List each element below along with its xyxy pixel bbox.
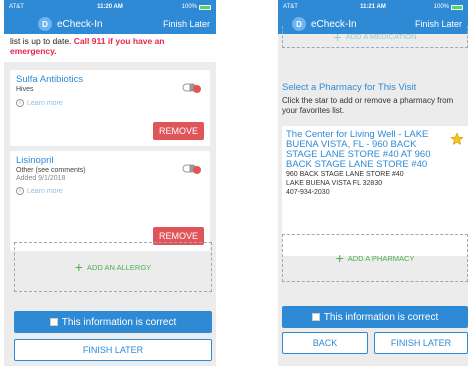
allergy-content: list is up to date. Call 911 if you have… xyxy=(4,34,216,361)
pharmacy-address-1: 960 BACK STAGE LANE STORE #40 xyxy=(286,171,404,178)
info-icon: i xyxy=(16,99,24,107)
add-pharmacy-button[interactable]: + ADD A PHARMACY xyxy=(282,234,468,282)
back-button[interactable]: BACK xyxy=(282,332,368,354)
pill-icon xyxy=(182,164,201,174)
status-time: 11:20 AM xyxy=(97,4,123,10)
star-icon[interactable] xyxy=(450,132,464,146)
section-subtitle: Click the star to add or remove a pharma… xyxy=(282,96,454,115)
add-allergy-button[interactable]: + ADD AN ALLERGY xyxy=(14,242,212,292)
nav-bar: D eCheck-In Finish Later xyxy=(4,14,216,34)
pharmacy-name: The Center for Living Well - LAKE BUENA … xyxy=(286,129,431,170)
add-pharmacy-label: ADD A PHARMACY xyxy=(347,253,415,263)
pharmacy-phone: 407-934-2030 xyxy=(286,189,330,196)
finish-later-button[interactable]: FINISH LATER xyxy=(374,332,468,354)
add-medication-label: ADD A MEDICATION xyxy=(345,32,417,41)
status-bar: AT&T 11:21 AM 100% xyxy=(278,0,468,14)
allergy-date: Added 9/1/2018 xyxy=(16,175,66,182)
allergy-card: Sulfa Antibiotics Hives i Learn more REM… xyxy=(10,70,210,146)
allergy-card: Lisinopril Other (see comments) Added 9/… xyxy=(10,151,210,251)
status-time: 11:21 AM xyxy=(360,4,386,10)
pill-icon xyxy=(182,83,201,93)
remove-button[interactable]: REMOVE xyxy=(152,122,204,140)
checkbox[interactable] xyxy=(311,313,320,321)
allergy-reaction: Hives xyxy=(16,86,34,93)
allergy-name: Sulfa Antibiotics xyxy=(16,74,84,85)
finish-later-button[interactable]: FINISH LATER xyxy=(14,339,212,361)
info-correct-label: This information is correct xyxy=(61,316,177,328)
avatar: D xyxy=(38,17,52,31)
checkbox[interactable] xyxy=(49,318,58,326)
section-title: Select a Pharmacy for This Visit xyxy=(282,82,417,93)
info-correct-label: This information is correct xyxy=(323,311,439,323)
plus-icon: + xyxy=(333,28,342,45)
intro-text: list is up to date. Call 911 if you have… xyxy=(4,34,216,62)
add-allergy-label: ADD AN ALLERGY xyxy=(86,262,152,272)
status-bar: AT&T 11:20 AM 100% xyxy=(4,0,216,14)
learn-more-link[interactable]: i Learn more xyxy=(16,187,204,195)
screen-pharmacy: AT&T 11:21 AM 100% D eCheck-In Finish La… xyxy=(278,0,468,366)
plus-icon: + xyxy=(74,259,83,275)
finish-later-link[interactable]: Finish Later xyxy=(163,19,210,29)
nav-title: eCheck-In xyxy=(57,18,103,30)
screen-allergies: AT&T 11:20 AM 100% D eCheck-In Finish La… xyxy=(4,0,216,366)
allergy-reaction: Other (see comments) xyxy=(16,167,86,174)
info-icon: i xyxy=(16,187,24,195)
info-correct-checkbox[interactable]: This information is correct xyxy=(282,306,468,328)
allergy-name: Lisinopril xyxy=(16,155,54,166)
learn-more-label: Learn more xyxy=(27,99,63,107)
plus-icon: + xyxy=(335,250,344,266)
learn-more-link[interactable]: i Learn more xyxy=(16,99,204,107)
intro-body: list is up to date. xyxy=(10,36,72,46)
pharmacy-address-2: LAKE BUENA VISTA FL 32830 xyxy=(286,180,383,187)
learn-more-label: Learn more xyxy=(27,187,63,195)
info-correct-checkbox[interactable]: This information is correct xyxy=(14,311,212,333)
add-medication-button[interactable]: + ADD A MEDICATION xyxy=(282,26,468,48)
